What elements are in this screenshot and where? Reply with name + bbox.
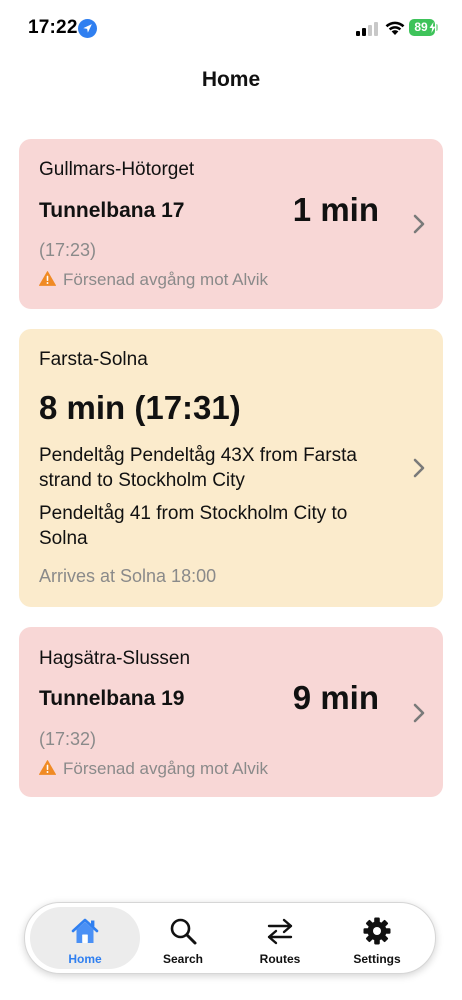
departure-card[interactable]: Hagsätra-Slussen Tunnelbana 19 9 min (17… <box>19 627 443 797</box>
route-card[interactable]: Farsta-Solna 8 min (17:31) Pendeltåg Pen… <box>19 329 443 607</box>
home-screen: 17:22 89 Home Gullmars-Hötorget Tunnelba… <box>0 0 462 1000</box>
tab-search[interactable]: Search <box>128 907 238 969</box>
route-name: Hagsätra-Slussen <box>39 648 191 669</box>
battery-cap <box>436 24 438 31</box>
location-arrow-icon <box>78 19 97 38</box>
warning-triangle-icon <box>39 760 56 775</box>
departure-time: (17:32) <box>39 729 97 749</box>
departure-card[interactable]: Gullmars-Hötorget Tunnelbana 17 1 min (1… <box>19 139 443 309</box>
tab-settings[interactable]: Settings <box>322 907 432 969</box>
delay-alert-text: Försenad avgång mot Alvik <box>63 270 269 289</box>
delay-alert: Försenad avgång mot Alvik <box>39 270 268 290</box>
chevron-right-icon <box>413 458 425 478</box>
warning-triangle-icon <box>39 271 56 286</box>
delay-alert: Försenad avgång mot Alvik <box>39 759 268 779</box>
tab-label: Search <box>162 952 204 966</box>
status-time: 17:22 <box>28 17 78 38</box>
arrows-swap-icon <box>267 918 293 945</box>
page-title: Home <box>201 68 261 91</box>
tab-label: Home <box>68 952 102 966</box>
line-name: Tunnelbana 19 <box>39 687 185 710</box>
delay-alert-text: Försenad avgång mot Alvik <box>63 759 269 778</box>
minutes-until-departure: 9 min <box>292 679 379 716</box>
tab-label: Settings <box>353 952 401 966</box>
arrival-time: Arrives at Solna 18:00 <box>39 566 217 586</box>
tab-home[interactable]: Home <box>30 907 140 969</box>
route-name: Gullmars-Hötorget <box>39 159 195 180</box>
tab-bar: Home Search Routes Settings <box>24 902 436 974</box>
charging-bolt-icon <box>429 22 436 33</box>
route-name: Farsta-Solna <box>39 349 148 370</box>
status-bar: 17:22 89 <box>0 0 462 58</box>
chevron-right-icon <box>413 703 425 723</box>
line-name: Tunnelbana 17 <box>39 199 185 222</box>
minutes-until-departure: 1 min <box>292 191 379 228</box>
wifi-icon <box>385 21 405 35</box>
trip-leg: Pendeltåg Pendeltåg 43X from Farsta stra… <box>39 445 357 491</box>
trip-leg: Pendeltåg 41 from Stockholm City to Soln… <box>39 503 348 549</box>
gear-icon <box>363 917 391 945</box>
house-icon <box>71 918 99 943</box>
departure-time: (17:23) <box>39 240 97 260</box>
magnifier-icon <box>170 918 197 945</box>
trip-duration: 8 min (17:31) <box>39 389 241 426</box>
tab-routes[interactable]: Routes <box>225 907 335 969</box>
battery-indicator: 89 <box>409 19 438 36</box>
tab-label: Routes <box>259 952 301 966</box>
cellular-signal-icon <box>356 22 378 36</box>
chevron-right-icon <box>413 214 425 234</box>
